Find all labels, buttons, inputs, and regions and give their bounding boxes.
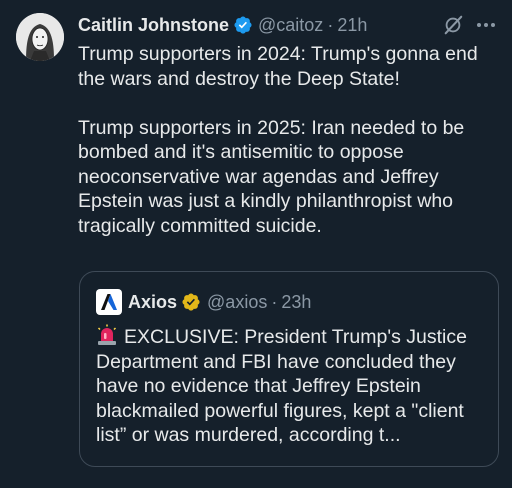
verified-badge-icon <box>233 15 253 35</box>
quoted-author-handle[interactable]: @axios <box>207 292 267 313</box>
tweet[interactable]: Caitlin Johnstone @caitoz · 21h Trump su… <box>0 0 512 488</box>
author-handle[interactable]: @caitoz <box>258 15 323 36</box>
quoted-tweet-header: Axios @axios · 23h <box>96 289 311 315</box>
tweet-text: Trump supporters in 2024: Trump's gonna … <box>78 42 498 238</box>
tweet-paragraph: Trump supporters in 2025: Iran needed to… <box>78 116 465 237</box>
separator-dot: · <box>271 291 278 312</box>
avatar[interactable] <box>16 13 64 61</box>
siren-icon <box>96 324 118 346</box>
author-name[interactable]: Caitlin Johnstone <box>78 15 229 36</box>
tweet-time[interactable]: 21h <box>337 15 367 36</box>
quoted-tweet-body: EXCLUSIVE: President Trump's Justice Dep… <box>96 326 467 446</box>
grok-icon[interactable] <box>442 14 464 36</box>
quoted-tweet-text: EXCLUSIVE: President Trump's Justice Dep… <box>96 324 494 448</box>
tweet-header: Caitlin Johnstone @caitoz · 21h <box>78 12 367 38</box>
quoted-author-name[interactable]: Axios <box>128 292 177 313</box>
quoted-tweet[interactable]: Axios @axios · 23h EXCLUSIVE: President … <box>79 271 499 467</box>
gold-verified-badge-icon <box>181 292 201 312</box>
tweet-paragraph: Trump supporters in 2024: Trump's gonna … <box>78 43 478 90</box>
more-icon[interactable] <box>474 14 498 36</box>
separator-dot: · <box>327 14 334 35</box>
quoted-tweet-time[interactable]: 23h <box>281 292 311 313</box>
axios-logo-icon[interactable] <box>96 289 122 315</box>
